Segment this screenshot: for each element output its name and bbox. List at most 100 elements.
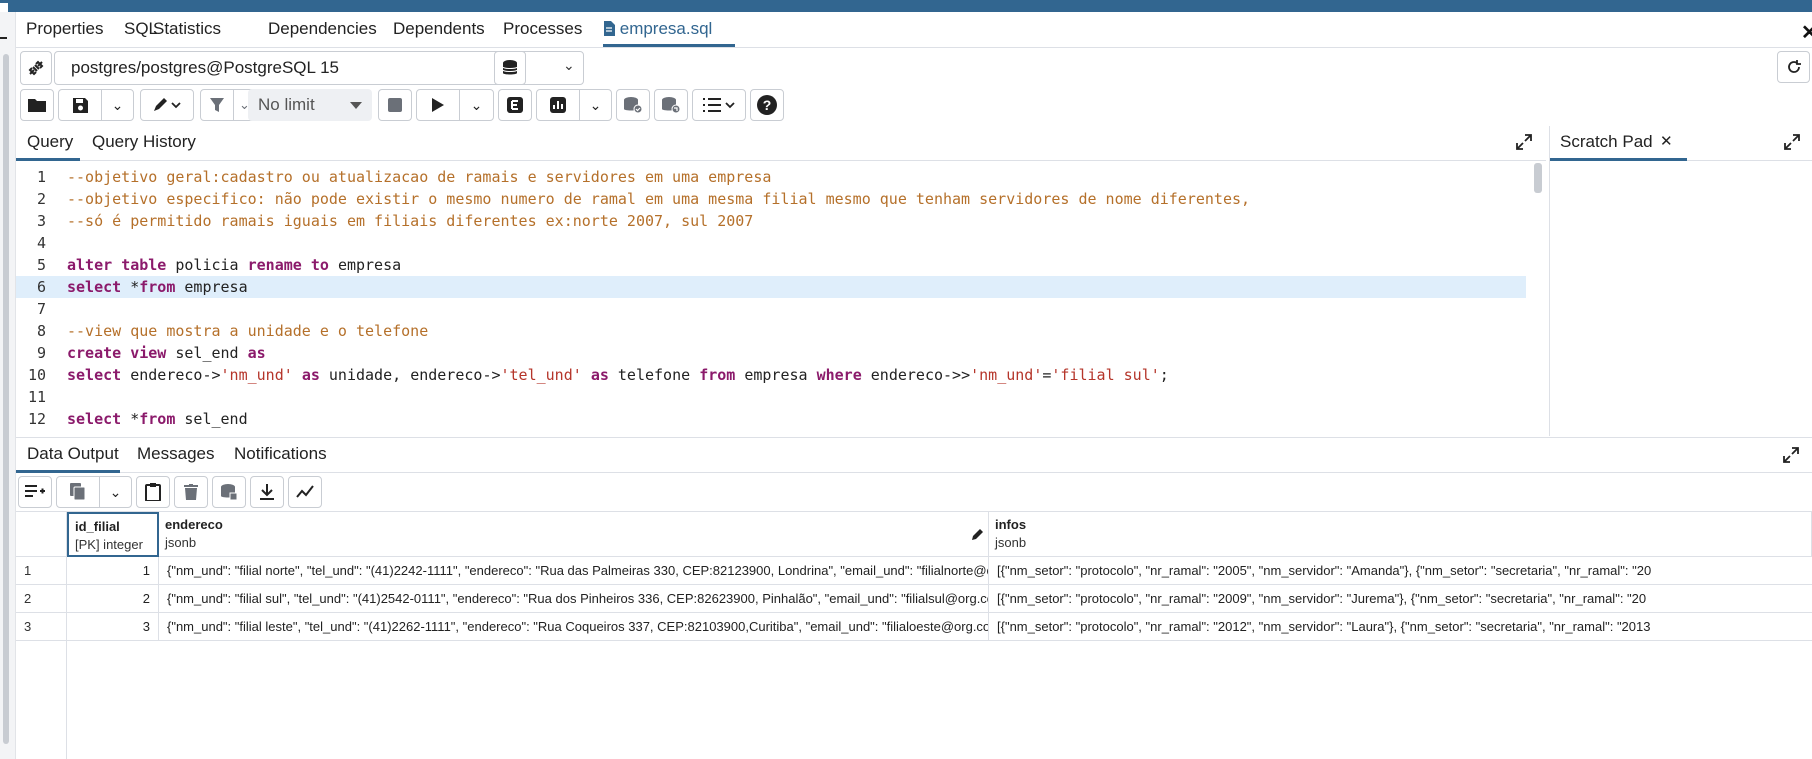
connection-status-button[interactable] (20, 51, 52, 85)
paste-button[interactable] (136, 476, 170, 508)
cell-infos[interactable]: [{"nm_setor": "protocolo", "nr_ramal": "… (989, 585, 1812, 613)
trash-icon (184, 484, 198, 500)
database-icon (502, 60, 518, 75)
filter-icon (210, 98, 224, 112)
tab-scratch-pad[interactable]: Scratch Pad (1560, 132, 1653, 152)
cell-id-filial[interactable]: 1 (67, 557, 159, 585)
tab-query-history[interactable]: Query History (92, 132, 196, 152)
save-data-button[interactable] (212, 476, 246, 508)
close-scratch-pad-icon[interactable]: ✕ (1660, 132, 1673, 150)
copy-button[interactable] (57, 477, 99, 507)
open-file-button[interactable] (20, 89, 54, 121)
left-scrollbar[interactable] (3, 54, 9, 744)
tab-empresa-sql[interactable]: empresa.sql (603, 19, 712, 39)
filter-button[interactable] (201, 90, 233, 120)
execute-button[interactable] (417, 90, 459, 120)
pencil-icon (154, 98, 181, 111)
table-row[interactable]: 2 2 {"nm_und": "filial sul", "tel_und": … (16, 585, 1812, 613)
chevron-down-icon: ⌄ (589, 96, 602, 113)
explain-button[interactable] (498, 89, 532, 121)
commit-button[interactable] (616, 89, 650, 121)
expand-icon[interactable] (1783, 447, 1799, 463)
macros-button[interactable] (692, 89, 746, 121)
expand-icon[interactable] (1516, 134, 1532, 150)
tab-dependents[interactable]: Dependents (393, 19, 485, 39)
copy-group: ⌄ (56, 476, 132, 508)
column-header-infos[interactable]: infos jsonb (989, 512, 1812, 557)
copy-dropdown[interactable]: ⌄ (99, 477, 131, 507)
list-icon (703, 98, 735, 112)
line-number: 6 (36, 278, 46, 296)
rollback-icon (662, 97, 681, 114)
column-type: [PK] integer (75, 537, 143, 552)
save-button[interactable] (59, 90, 101, 120)
cell-infos[interactable]: [{"nm_setor": "protocolo", "nr_ramal": "… (989, 557, 1812, 585)
line-number: 11 (27, 388, 46, 406)
graph-visualiser-button[interactable] (288, 476, 322, 508)
cell-endereco[interactable]: {"nm_und": "filial leste", "tel_und": "(… (159, 613, 989, 641)
code-line: 10 select endereco->'nm_und' as unidade, … (16, 364, 1526, 386)
stop-button[interactable] (378, 89, 412, 121)
line-number: 4 (36, 234, 46, 252)
table-row[interactable]: 3 3 {"nm_und": "filial leste", "tel_und"… (16, 613, 1812, 641)
cell-endereco[interactable]: {"nm_und": "filial sul", "tel_und": "(41… (159, 585, 989, 613)
svg-text:?: ? (763, 97, 772, 113)
code-line: 12 select *from sel_end (16, 408, 1526, 430)
cell-infos[interactable]: [{"nm_setor": "protocolo", "nr_ramal": "… (989, 613, 1812, 641)
code-line: 9 create view sel_end as (16, 342, 1526, 364)
line-number: 3 (36, 212, 46, 230)
row-limit-select[interactable]: No limit (248, 89, 372, 121)
tab-messages[interactable]: Messages (137, 444, 214, 464)
explain-analyze-button[interactable] (537, 90, 579, 120)
explain-icon (507, 97, 523, 113)
cell-id-filial[interactable]: 2 (67, 585, 159, 613)
download-button[interactable] (250, 476, 284, 508)
tab-notifications[interactable]: Notifications (234, 444, 327, 464)
column-name: infos (995, 517, 1027, 532)
expand-icon[interactable] (1784, 134, 1800, 150)
data-grid: id_filial [PK] integer endereco jsonb in… (16, 511, 1812, 759)
delete-button[interactable] (174, 476, 208, 508)
column-header-id-filial[interactable]: id_filial [PK] integer (67, 512, 159, 557)
tab-dependencies[interactable]: Dependencies (268, 19, 377, 39)
scratch-pad-tabs: Scratch Pad ✕ (1550, 126, 1812, 161)
code-text: --view que mostra a unidade e o telefone (67, 322, 429, 340)
refresh-button[interactable] (1777, 51, 1810, 83)
copy-icon (70, 483, 86, 501)
tab-properties[interactable]: Properties (26, 19, 103, 39)
line-chart-icon (296, 485, 314, 498)
save-dropdown[interactable]: ⌄ (101, 90, 133, 120)
row-number: 1 (16, 557, 67, 585)
cell-id-filial[interactable]: 3 (67, 613, 159, 641)
code-line: 5 alter table policia rename to empresa (16, 254, 1526, 276)
add-row-button[interactable] (18, 476, 52, 508)
stop-icon (388, 98, 402, 112)
code-line: 3 --só é permitido ramais iguais em filia… (16, 210, 1526, 232)
column-header-endereco[interactable]: endereco jsonb (159, 512, 989, 557)
window-notch (0, 3, 8, 12)
tab-processes[interactable]: Processes (503, 19, 582, 39)
help-button[interactable]: ? (750, 89, 784, 121)
caret-down-icon (350, 102, 362, 109)
editor-scrollbar[interactable] (1534, 163, 1542, 193)
code-line: 11 (16, 386, 1526, 408)
new-connection-button[interactable] (494, 51, 526, 85)
execute-dropdown[interactable]: ⌄ (459, 90, 493, 120)
editor-tabs: Query Query History (16, 126, 1546, 161)
table-row[interactable]: 1 1 {"nm_und": "filial norte", "tel_und"… (16, 557, 1812, 585)
tab-data-output[interactable]: Data Output (27, 444, 119, 464)
sql-editor[interactable]: 1 --objetivo geral:cadastro ou atualizaca… (16, 161, 1546, 436)
tab-query[interactable]: Query (27, 132, 73, 152)
collapse-mark[interactable] (0, 37, 7, 39)
chart-icon (550, 97, 566, 113)
explain-dropdown[interactable]: ⌄ (579, 90, 611, 120)
cell-endereco[interactable]: {"nm_und": "filial norte", "tel_und": "(… (159, 557, 989, 585)
add-row-icon (25, 485, 45, 497)
edit-button[interactable] (140, 89, 194, 121)
tab-statistics[interactable]: Statistics (153, 19, 221, 39)
close-tab-icon[interactable]: ✕ (1801, 20, 1812, 45)
rollback-button[interactable] (654, 89, 688, 121)
edit-pencil-icon[interactable] (971, 528, 984, 541)
save-group: ⌄ (58, 89, 134, 121)
column-name: endereco (165, 517, 223, 532)
